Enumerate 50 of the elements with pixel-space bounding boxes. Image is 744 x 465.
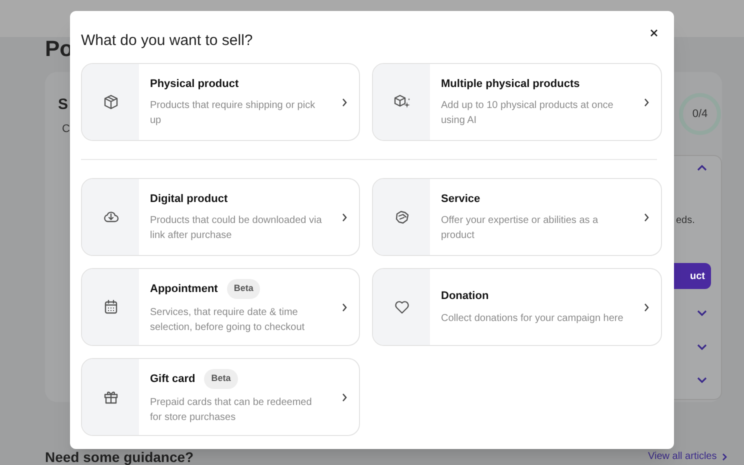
modal-title: What do you want to sell?: [81, 33, 254, 48]
chevron-right-icon: [644, 212, 648, 222]
section-title: S: [58, 96, 68, 114]
heart-icon: [394, 299, 410, 315]
gift-icon: [102, 389, 118, 405]
calendar-icon: [102, 299, 118, 315]
chevron-right-icon: [342, 392, 346, 402]
option-title: Multiple physical products: [441, 76, 580, 92]
box-sparkles-icon: [394, 94, 410, 110]
option-description: Services, that require date & time selection, before going to checkout: [150, 306, 306, 335]
option-description: Prepaid cards that can be redeemed for store purchases: [150, 396, 313, 425]
option-title: Service: [441, 192, 480, 207]
option-card[interactable]: Donation Collect donations for your campaign here: [372, 268, 662, 346]
option-card[interactable]: Physical product Products that require shipping or pick up: [81, 63, 360, 141]
option-description: Products that could be downloaded via link after purchase: [150, 214, 323, 244]
option-card[interactable]: Gift card Beta Prepaid cards that can be redeemed for store purchases: [81, 358, 360, 436]
cloud-download-icon: [102, 209, 118, 225]
add-product-button[interactable]: uct: [674, 263, 711, 289]
box-icon: [102, 94, 118, 110]
option-description: Collect donations for your campaign here: [441, 312, 624, 326]
option-title: Gift card: [150, 372, 196, 387]
progress-ring: 0/4: [679, 93, 721, 135]
chevron-right-icon: [722, 452, 727, 460]
chevron-right-icon: [644, 98, 648, 106]
chevron-right-icon: [342, 302, 346, 312]
option-card[interactable]: Digital product Products that could be downloaded via link after purchase: [81, 178, 360, 256]
option-description: Products that require shipping or pick up: [150, 99, 316, 128]
beta-badge: Beta: [204, 369, 238, 389]
option-title: Appointment: [150, 282, 218, 297]
beta-badge: Beta: [226, 279, 260, 299]
option-description: Add up to 10 physical products at once using AI: [441, 99, 614, 128]
chevron-down-icon[interactable]: [697, 310, 707, 316]
chevron-up-icon[interactable]: [697, 165, 707, 171]
section-heading: Need some guidance?: [45, 450, 194, 465]
option-title: Physical product: [150, 76, 239, 92]
option-title: Digital product: [150, 192, 228, 207]
close-icon[interactable]: [650, 29, 658, 37]
chevron-right-icon: [342, 98, 346, 106]
text-fragment: eds.: [676, 214, 695, 228]
view-all-link[interactable]: View all articles: [648, 449, 727, 464]
option-card[interactable]: Multiple physical products Add up to 10 physical products at once using AI: [372, 63, 662, 141]
option-card[interactable]: Appointment Beta Services, that require date & time selection, before going to checkout: [81, 268, 360, 346]
section-subtitle: C: [62, 122, 70, 137]
option-description: Offer your expertise or abilities as a product: [441, 214, 600, 244]
chevron-down-icon[interactable]: [697, 377, 707, 383]
chevron-right-icon: [342, 212, 346, 222]
option-card[interactable]: Service Offer your expertise or abilities as a product: [372, 178, 662, 256]
option-title: Donation: [441, 289, 489, 304]
chevron-down-icon[interactable]: [697, 344, 707, 350]
chevron-right-icon: [644, 302, 648, 312]
